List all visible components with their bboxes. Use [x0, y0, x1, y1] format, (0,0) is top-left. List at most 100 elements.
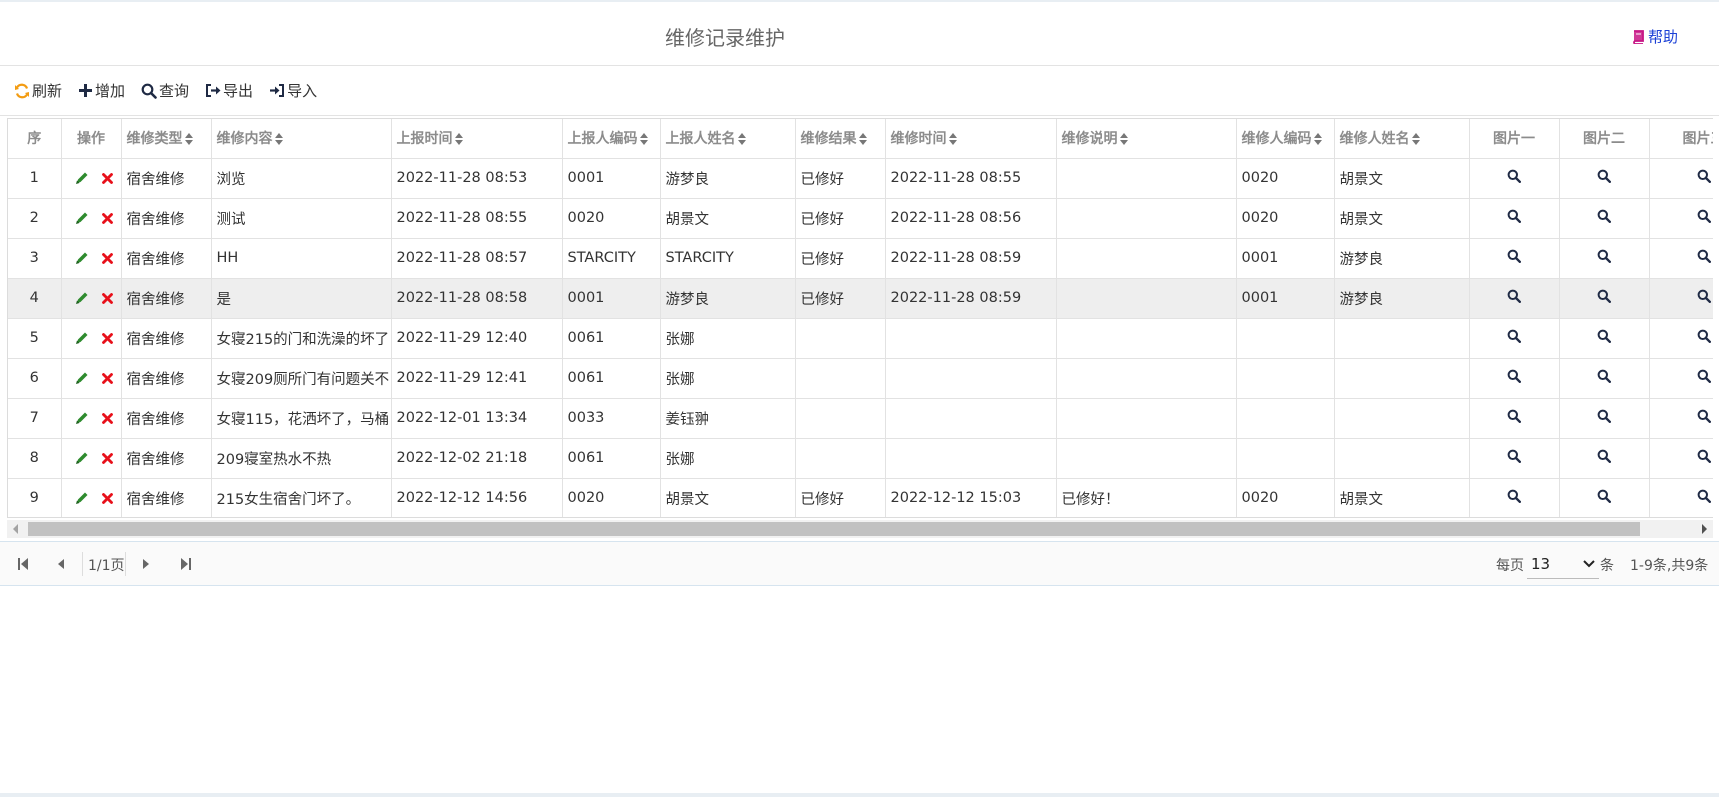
table-row[interactable]: 6 宿舍维修 女寝209厕所门有问题关不 2022-11-29 12:41 0061 张娜: [8, 358, 1713, 399]
search-icon[interactable]: [1697, 209, 1711, 223]
table-row[interactable]: 3 宿舍维修 HH 2022-11-28 08:57 STARCITY STARCITY 已…: [8, 238, 1713, 279]
col-reporter-name[interactable]: 上报人姓名: [660, 119, 796, 159]
search-icon[interactable]: [1507, 409, 1521, 423]
search-icon[interactable]: [1507, 209, 1521, 223]
search-icon[interactable]: [1697, 249, 1711, 263]
col-result[interactable]: 维修结果: [795, 119, 886, 159]
search-icon[interactable]: [1697, 409, 1711, 423]
pencil-icon[interactable]: [75, 491, 89, 505]
table-row[interactable]: 7 宿舍维修 女寝115，花洒坏了，马桶 2022-12-01 13:34 0033 姜钰…: [8, 398, 1713, 439]
sort-icon: [858, 133, 867, 146]
search-icon[interactable]: [1507, 329, 1521, 343]
col-description[interactable]: 维修说明: [1056, 119, 1237, 159]
pagination-bar: 1/1页 每页 13 条 1-9条,共9条: [0, 541, 1719, 586]
search-icon[interactable]: [1697, 449, 1711, 463]
prev-page-button[interactable]: [58, 559, 65, 569]
cell-seq: 5: [8, 318, 62, 359]
close-icon[interactable]: [101, 252, 113, 264]
search-icon: [141, 83, 157, 99]
col-type[interactable]: 维修类型: [121, 119, 212, 159]
search-icon[interactable]: [1597, 369, 1611, 383]
search-icon[interactable]: [1597, 329, 1611, 343]
cell-img1: [1469, 238, 1560, 279]
search-icon[interactable]: [1697, 289, 1711, 303]
first-page-button[interactable]: [17, 557, 29, 571]
search-icon[interactable]: [1597, 169, 1611, 183]
search-icon[interactable]: [1597, 209, 1611, 223]
table-header-row: 序 操作 维修类型 维修内容 上报时间 上报人编码 上报人姓名 维修结果 维修时…: [8, 119, 1713, 159]
table-row[interactable]: 1 宿舍维修 浏览 2022-11-28 08:53 0001 游梦良 已修好 2022-11…: [8, 158, 1713, 199]
search-icon[interactable]: [1507, 489, 1521, 503]
pencil-icon[interactable]: [75, 291, 89, 305]
close-icon[interactable]: [101, 212, 113, 224]
search-icon[interactable]: [1507, 449, 1521, 463]
close-icon[interactable]: [101, 372, 113, 384]
close-icon[interactable]: [101, 332, 113, 344]
search-icon[interactable]: [1697, 169, 1711, 183]
col-repairer-name[interactable]: 维修人姓名: [1334, 119, 1470, 159]
cell-img3: [1649, 198, 1713, 239]
table-row[interactable]: 5 宿舍维修 女寝215的门和洗澡的坏了 2022-11-29 12:40 0061 张娜: [8, 318, 1713, 359]
search-icon[interactable]: [1507, 169, 1521, 183]
cell-reporter-name: 游梦良: [660, 278, 796, 319]
pencil-icon[interactable]: [75, 371, 89, 385]
cell-repair-time: 2022-11-28 08:59: [885, 238, 1057, 279]
add-button[interactable]: 增加: [78, 80, 125, 101]
import-icon: [269, 83, 285, 98]
scroll-right-arrow[interactable]: [1702, 524, 1707, 534]
table-body: 1 宿舍维修 浏览 2022-11-28 08:53 0001 游梦良 已修好 2022-11…: [8, 158, 1713, 517]
pencil-icon[interactable]: [75, 251, 89, 265]
pencil-icon[interactable]: [75, 411, 89, 425]
per-page-select[interactable]: 13: [1527, 549, 1599, 579]
search-icon[interactable]: [1597, 289, 1611, 303]
cell-img3: [1649, 438, 1713, 479]
search-icon[interactable]: [1507, 249, 1521, 263]
cell-reporter-code: 0020: [562, 478, 661, 517]
search-icon[interactable]: [1507, 369, 1521, 383]
horizontal-scrollbar[interactable]: [7, 520, 1713, 538]
close-icon[interactable]: [101, 412, 113, 424]
search-icon[interactable]: [1597, 249, 1611, 263]
col-repairer-code[interactable]: 维修人编码: [1236, 119, 1335, 159]
bottom-border: [0, 793, 1719, 797]
cell-reporter-code: 0033: [562, 398, 661, 439]
cell-type: 宿舍维修: [121, 438, 212, 479]
pencil-icon[interactable]: [75, 171, 89, 185]
import-button[interactable]: 导入: [269, 80, 317, 101]
cell-repair-time: [885, 438, 1057, 479]
search-icon[interactable]: [1697, 489, 1711, 503]
search-icon[interactable]: [1597, 489, 1611, 503]
search-icon[interactable]: [1697, 369, 1711, 383]
next-page-button[interactable]: [142, 559, 149, 569]
cell-ops: [61, 318, 122, 359]
col-report-time[interactable]: 上报时间: [391, 119, 563, 159]
close-icon[interactable]: [101, 452, 113, 464]
help-link[interactable]: 帮助: [1632, 26, 1678, 47]
book-icon: [1632, 29, 1645, 44]
close-icon[interactable]: [101, 492, 113, 504]
table-row[interactable]: 2 宿舍维修 测试 2022-11-28 08:55 0020 胡景文 已修好 2022-11…: [8, 198, 1713, 239]
pencil-icon[interactable]: [75, 451, 89, 465]
table-row[interactable]: 9 宿舍维修 215女生宿舍门坏了。 2022-12-12 14:56 0020 胡景文已…: [8, 478, 1713, 517]
query-button[interactable]: 查询: [141, 80, 189, 101]
table-row[interactable]: 8 宿舍维修 209寝室热水不热 2022-12-02 21:18 0061 张娜: [8, 438, 1713, 479]
scroll-left-arrow[interactable]: [13, 524, 18, 534]
col-content[interactable]: 维修内容: [211, 119, 392, 159]
col-reporter-code[interactable]: 上报人编码: [562, 119, 661, 159]
search-icon[interactable]: [1507, 289, 1521, 303]
search-icon[interactable]: [1597, 449, 1611, 463]
col-repair-time[interactable]: 维修时间: [885, 119, 1057, 159]
table-row[interactable]: 4 宿舍维修是 2022-11-28 08:58 0001 游梦良 已修好 2022-11-…: [8, 278, 1713, 319]
pencil-icon[interactable]: [75, 211, 89, 225]
search-icon[interactable]: [1697, 329, 1711, 343]
pencil-icon[interactable]: [75, 331, 89, 345]
page-title: 维修记录维护: [665, 26, 785, 50]
last-page-button[interactable]: [180, 557, 192, 571]
export-button[interactable]: 导出: [205, 80, 253, 101]
scroll-thumb[interactable]: [28, 522, 1640, 536]
refresh-button[interactable]: 刷新: [14, 80, 62, 101]
cell-ops: [61, 278, 122, 319]
close-icon[interactable]: [101, 172, 113, 184]
search-icon[interactable]: [1597, 409, 1611, 423]
close-icon[interactable]: [101, 292, 113, 304]
